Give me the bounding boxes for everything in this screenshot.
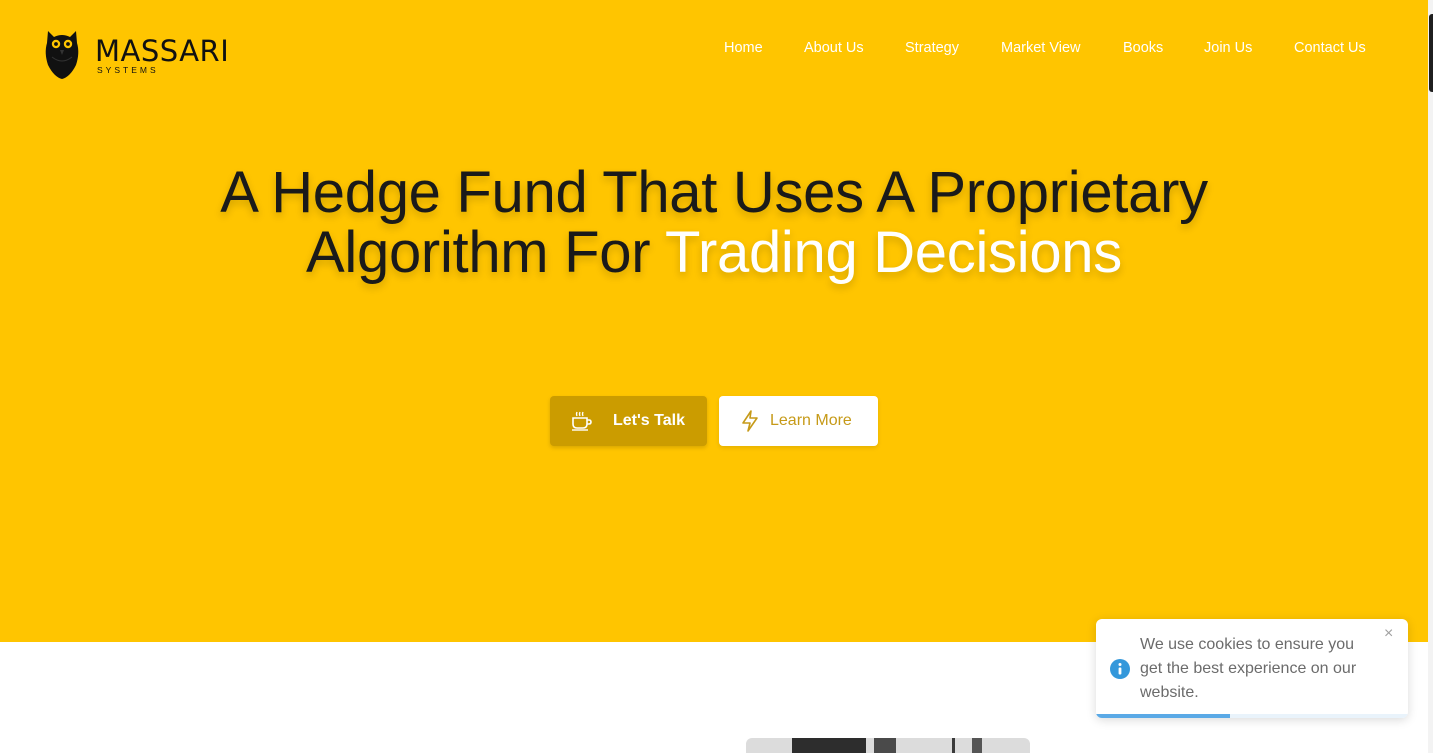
nav-item-about-us[interactable]: About Us: [804, 40, 864, 56]
lets-talk-button[interactable]: Let's Talk: [550, 396, 707, 446]
main-nav: Home About Us Strategy Market View Books…: [0, 40, 1428, 60]
nav-item-strategy[interactable]: Strategy: [905, 40, 959, 56]
hero-section: MASSARI SYSTEMS Home About Us Strategy M…: [0, 0, 1428, 642]
scrollbar-thumb[interactable]: [1429, 14, 1433, 92]
learn-more-label: Learn More: [770, 412, 852, 429]
brand-tagline: SYSTEMS: [97, 65, 159, 75]
nav-item-home[interactable]: Home: [724, 40, 763, 56]
cookie-timer-fill: [1096, 714, 1231, 718]
info-icon: [1110, 659, 1130, 679]
section-photo: [746, 738, 1030, 753]
learn-more-button[interactable]: Learn More: [719, 396, 878, 446]
cookie-message: We use cookies to ensure you get the bes…: [1140, 636, 1357, 701]
cookie-timer-bar: [1096, 714, 1408, 718]
nav-item-market-view[interactable]: Market View: [1001, 40, 1081, 56]
headline-highlight: Trading Decisions: [665, 220, 1122, 285]
nav-item-join-us[interactable]: Join Us: [1204, 40, 1252, 56]
nav-item-contact-us[interactable]: Contact Us: [1294, 40, 1366, 56]
headline-line-2-prefix: Algorithm For: [306, 220, 665, 285]
lets-talk-label: Let's Talk: [613, 412, 685, 429]
lightning-bolt-icon: [742, 410, 758, 432]
hero-headline: A Hedge Fund That Uses A Proprietary Alg…: [0, 163, 1428, 283]
coffee-cup-icon: [572, 411, 592, 431]
headline-line-1: A Hedge Fund That Uses A Proprietary: [220, 160, 1208, 225]
page-scrollbar[interactable]: [1428, 0, 1433, 753]
cookie-notice: We use cookies to ensure you get the bes…: [1096, 619, 1408, 718]
nav-item-books[interactable]: Books: [1123, 40, 1163, 56]
close-icon[interactable]: ×: [1384, 625, 1393, 643]
